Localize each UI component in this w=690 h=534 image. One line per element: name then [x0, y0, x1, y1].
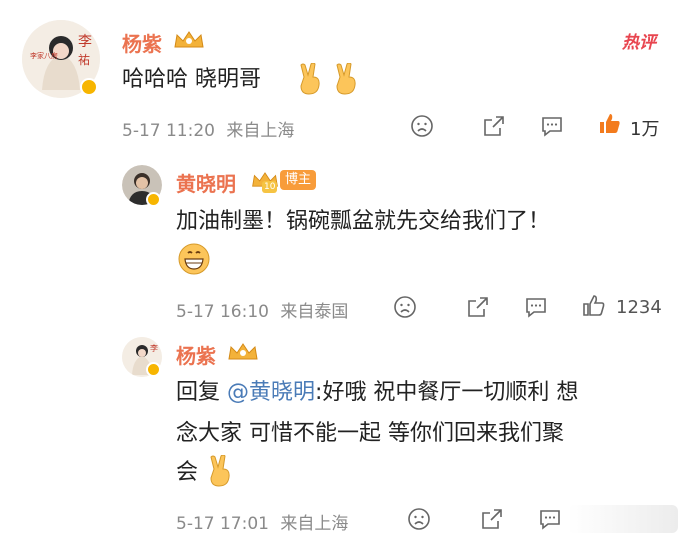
verified-badge-icon	[146, 192, 161, 207]
like-icon[interactable]	[598, 112, 622, 136]
share-icon[interactable]	[480, 507, 504, 531]
comment-text-content: :好哦 祝中餐厅一切顺利 想	[315, 380, 579, 405]
reply-prefix: 回复	[176, 380, 221, 405]
comment-text-content: 哈哈哈 晓明哥	[122, 67, 261, 92]
victory-hand-icon	[210, 455, 230, 487]
hot-comment-label: 热评	[622, 33, 656, 53]
svg-text:祐: 祐	[78, 53, 90, 67]
verified-badge-icon	[80, 78, 98, 96]
sad-face-icon[interactable]	[410, 114, 434, 138]
timestamp: 5-17 11:20	[122, 121, 215, 141]
username[interactable]: 杨紫	[122, 28, 162, 57]
comment-icon[interactable]	[538, 507, 562, 531]
victory-hand-icon	[300, 63, 320, 95]
fan-level-badge: 10	[262, 181, 278, 193]
svg-text:李家八房: 李家八房	[30, 51, 58, 60]
watermark-overlay	[568, 505, 678, 533]
fan-crown-icon	[174, 31, 204, 48]
comment-meta: 5-17 17:01 来自上海	[176, 509, 348, 534]
comment-meta: 5-17 11:20 来自上海	[122, 116, 294, 141]
like-count: 1234	[616, 297, 662, 318]
like-count: 1万	[630, 119, 660, 140]
fan-crown-icon	[228, 343, 258, 360]
verified-badge-icon	[146, 362, 161, 377]
location: 来自泰国	[280, 302, 349, 322]
comment-text: 加油制墨！锅碗瓢盆就先交给我们了！	[176, 209, 551, 234]
share-icon[interactable]	[466, 295, 490, 319]
blogger-tag: 博主	[280, 170, 317, 190]
sad-face-icon[interactable]	[407, 507, 431, 531]
victory-hand-icon	[336, 63, 356, 95]
comment-icon[interactable]	[524, 295, 548, 319]
location: 来自上海	[226, 121, 295, 141]
comment-text: 哈哈哈 晓明哥	[122, 62, 261, 98]
username[interactable]: 杨紫	[176, 340, 216, 369]
comment-icon[interactable]	[540, 114, 564, 138]
comment-text-line-2: 念大家 可惜不能一起 等你们回来我们聚	[176, 421, 564, 446]
comment-text-line-1: 回复 @黄晓明:好哦 祝中餐厅一切顺利 想	[176, 375, 578, 411]
sad-face-icon[interactable]	[393, 295, 417, 319]
username[interactable]: 黄晓明	[176, 168, 236, 197]
grinning-face-icon	[178, 243, 210, 275]
share-icon[interactable]	[482, 114, 506, 138]
timestamp: 5-17 16:10	[176, 302, 269, 322]
location: 来自上海	[280, 514, 349, 534]
svg-text:李: 李	[150, 343, 158, 353]
timestamp: 5-17 17:01	[176, 514, 269, 534]
comment-text-line-3: 会	[176, 460, 199, 485]
comment-meta: 5-17 16:10 来自泰国	[176, 297, 348, 322]
mention-link[interactable]: @黄晓明	[227, 380, 315, 405]
like-icon[interactable]	[582, 294, 606, 318]
svg-text:李: 李	[78, 34, 92, 50]
